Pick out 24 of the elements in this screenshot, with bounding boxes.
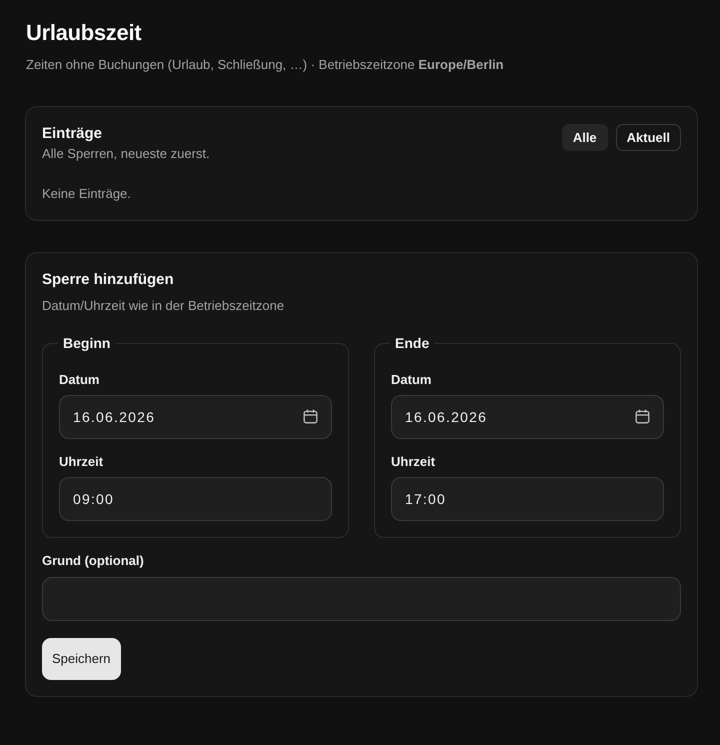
card-title: Sperre hinzufügen bbox=[42, 270, 175, 290]
filter-button[interactable]: Alle bbox=[562, 124, 608, 151]
field-label: Uhrzeit bbox=[391, 453, 436, 471]
card-description: Alle Sperren, neueste zuerst. bbox=[42, 145, 210, 163]
field-label: Grund (optional) bbox=[42, 552, 145, 570]
time-field[interactable]: 17:00 bbox=[391, 477, 664, 521]
calendar-icon[interactable] bbox=[303, 409, 318, 424]
time-field[interactable]: 09:00 bbox=[59, 477, 332, 521]
group-legend: Ende bbox=[390, 334, 434, 352]
empty-message: Keine Einträge. bbox=[42, 185, 132, 203]
card-title: Einträge bbox=[42, 124, 104, 144]
page-subtitle: Zeiten ohne Buchungen (Urlaub, Schließung, …) · Betriebszeitzone Europe/Berlin bbox=[26, 56, 505, 74]
page-title: Urlaubszeit bbox=[26, 19, 142, 47]
field-label: Datum bbox=[59, 371, 100, 389]
date-field[interactable]: 16.06.2026 bbox=[59, 395, 332, 439]
save-button[interactable]: Speichern bbox=[42, 638, 121, 680]
group-legend: Beginn bbox=[58, 334, 116, 352]
reason-field[interactable] bbox=[42, 577, 681, 621]
calendar-icon[interactable] bbox=[635, 409, 650, 424]
field-label: Datum bbox=[391, 371, 432, 389]
filter-button[interactable]: Aktuell bbox=[616, 124, 681, 151]
date-field[interactable]: 16.06.2026 bbox=[391, 395, 664, 439]
card-description: Datum/Uhrzeit wie in der Betriebszeitzone bbox=[42, 297, 286, 315]
field-label: Uhrzeit bbox=[59, 453, 104, 471]
